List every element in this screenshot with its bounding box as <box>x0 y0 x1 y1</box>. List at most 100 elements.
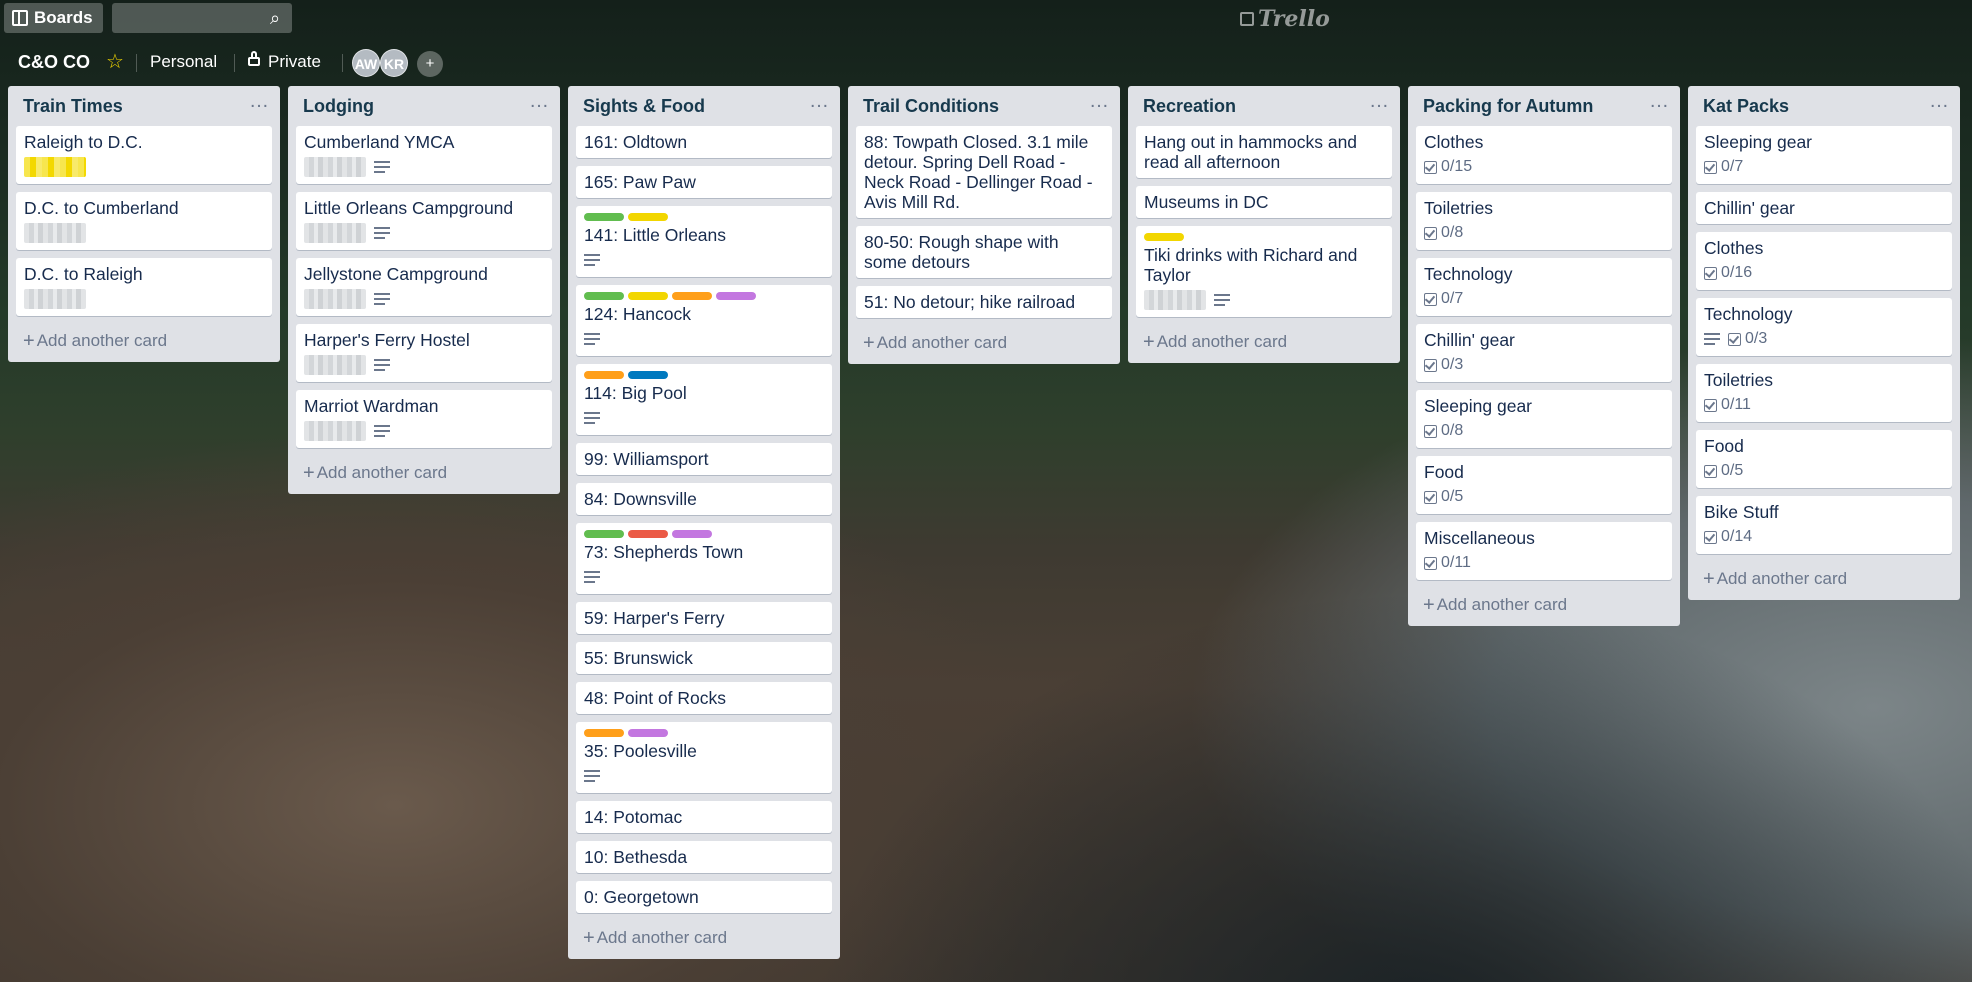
board-title[interactable]: C&O CO <box>12 48 96 76</box>
card[interactable]: 59: Harper's Ferry <box>576 602 832 634</box>
checklist-icon <box>1704 398 1717 412</box>
card[interactable]: 80-50: Rough shape with some detours <box>856 226 1112 278</box>
label-yellow[interactable] <box>628 213 668 221</box>
card[interactable]: Bike Stuff 0/14 <box>1696 496 1952 554</box>
add-card-button[interactable]: + Add another card <box>8 324 280 362</box>
card[interactable]: Jellystone Campground <box>296 258 552 316</box>
card-title: Little Orleans Campground <box>304 198 514 218</box>
card[interactable]: Food 0/5 <box>1416 456 1672 514</box>
boards-button[interactable]: Boards <box>4 3 103 33</box>
card[interactable]: D.C. to Raleigh <box>16 258 272 316</box>
card[interactable]: Chillin' gear <box>1696 192 1952 224</box>
card[interactable]: 73: Shepherds Town <box>576 523 832 594</box>
list-title[interactable]: Packing for Autumn <box>1423 96 1593 117</box>
label-green[interactable] <box>584 292 624 300</box>
list-title[interactable]: Sights & Food <box>583 96 705 117</box>
card[interactable]: Marriot Wardman <box>296 390 552 448</box>
list-menu-icon[interactable]: … <box>1649 90 1670 113</box>
card[interactable]: Food 0/5 <box>1696 430 1952 488</box>
checklist-icon <box>1424 160 1437 174</box>
list-menu-icon[interactable]: … <box>1929 90 1950 113</box>
search-icon[interactable]: ⌕ <box>264 7 286 29</box>
label-orange[interactable] <box>672 292 712 300</box>
add-card-button[interactable]: + Add another card <box>1128 325 1400 363</box>
card[interactable]: 165: Paw Paw <box>576 166 832 198</box>
card[interactable]: Toiletries 0/8 <box>1416 192 1672 250</box>
star-icon[interactable]: ☆ <box>106 48 124 76</box>
list-title[interactable]: Lodging <box>303 96 374 117</box>
checklist-badge: 0/7 <box>1424 289 1463 309</box>
card[interactable]: 88: Towpath Closed. 3.1 mile detour. Spr… <box>856 126 1112 218</box>
card[interactable]: Clothes 0/15 <box>1416 126 1672 184</box>
card[interactable]: 48: Point of Rocks <box>576 682 832 714</box>
card[interactable]: 114: Big Pool <box>576 364 832 435</box>
add-card-button[interactable]: + Add another card <box>1688 562 1960 600</box>
list-title[interactable]: Trail Conditions <box>863 96 999 117</box>
add-card-label: Add another card <box>1716 569 1848 588</box>
team-button[interactable]: Personal <box>144 48 223 76</box>
card[interactable]: Toiletries 0/11 <box>1696 364 1952 422</box>
add-card-button[interactable]: + Add another card <box>1408 588 1680 626</box>
card[interactable]: D.C. to Cumberland <box>16 192 272 250</box>
card[interactable]: 14: Potomac <box>576 801 832 833</box>
card-badges <box>304 420 544 442</box>
list-menu-icon[interactable]: … <box>529 90 550 113</box>
card[interactable]: Technology 0/3 <box>1696 298 1952 356</box>
member-avatar[interactable]: KR <box>380 49 408 77</box>
label-green[interactable] <box>584 213 624 221</box>
list-menu-icon[interactable]: … <box>809 90 830 113</box>
list-menu-icon[interactable]: … <box>1369 90 1390 113</box>
card[interactable]: Chillin' gear 0/3 <box>1416 324 1672 382</box>
card[interactable]: 35: Poolesville <box>576 722 832 793</box>
label-purple[interactable] <box>672 530 712 538</box>
card[interactable]: Little Orleans Campground <box>296 192 552 250</box>
label-purple[interactable] <box>716 292 756 300</box>
add-member-icon[interactable]: + <box>417 51 443 77</box>
card-badges: 0/7 <box>1704 156 1944 178</box>
list-title[interactable]: Kat Packs <box>1703 96 1789 117</box>
card[interactable]: 10: Bethesda <box>576 841 832 873</box>
list-title[interactable]: Recreation <box>1143 96 1236 117</box>
card[interactable]: Raleigh to D.C. <box>16 126 272 184</box>
label-orange[interactable] <box>584 729 624 737</box>
visibility-button[interactable]: Private <box>242 48 327 76</box>
card[interactable]: Harper's Ferry Hostel <box>296 324 552 382</box>
card[interactable]: 0: Georgetown <box>576 881 832 913</box>
card[interactable]: Sleeping gear 0/7 <box>1696 126 1952 184</box>
header-divider <box>342 54 343 72</box>
card[interactable]: Cumberland YMCA <box>296 126 552 184</box>
card[interactable]: Hang out in hammocks and read all aftern… <box>1136 126 1392 178</box>
card[interactable]: Clothes 0/16 <box>1696 232 1952 290</box>
label-orange[interactable] <box>584 371 624 379</box>
label-red[interactable] <box>628 530 668 538</box>
card[interactable]: Tiki drinks with Richard and Taylor <box>1136 226 1392 317</box>
card[interactable]: Technology 0/7 <box>1416 258 1672 316</box>
label-blue[interactable] <box>628 371 668 379</box>
add-card-button[interactable]: + Add another card <box>288 456 560 494</box>
card[interactable]: 124: Hancock <box>576 285 832 356</box>
card[interactable]: Miscellaneous 0/11 <box>1416 522 1672 580</box>
card[interactable]: 141: Little Orleans <box>576 206 832 277</box>
card[interactable]: 161: Oldtown <box>576 126 832 158</box>
trello-logo[interactable]: Trello <box>1240 6 1330 32</box>
card[interactable]: 55: Brunswick <box>576 642 832 674</box>
list-menu-icon[interactable]: … <box>249 90 270 113</box>
add-card-button[interactable]: + Add another card <box>568 921 840 959</box>
list-menu-icon[interactable]: … <box>1089 90 1110 113</box>
card[interactable]: 99: Williamsport <box>576 443 832 475</box>
member-avatar[interactable]: AW <box>352 49 380 77</box>
label-yellow[interactable] <box>1144 233 1184 241</box>
list-title[interactable]: Train Times <box>23 96 123 117</box>
add-card-button[interactable]: + Add another card <box>848 326 1120 364</box>
card[interactable]: 84: Downsville <box>576 483 832 515</box>
label-purple[interactable] <box>628 729 668 737</box>
plus-icon: + <box>1703 568 1715 590</box>
card[interactable]: 51: No detour; hike railroad <box>856 286 1112 318</box>
card-badges: 0/3 <box>1704 328 1944 350</box>
card-badges <box>1144 289 1384 311</box>
card[interactable]: Sleeping gear 0/8 <box>1416 390 1672 448</box>
label-yellow[interactable] <box>628 292 668 300</box>
plus-icon: + <box>303 462 315 484</box>
card[interactable]: Museums in DC <box>1136 186 1392 218</box>
label-green[interactable] <box>584 530 624 538</box>
